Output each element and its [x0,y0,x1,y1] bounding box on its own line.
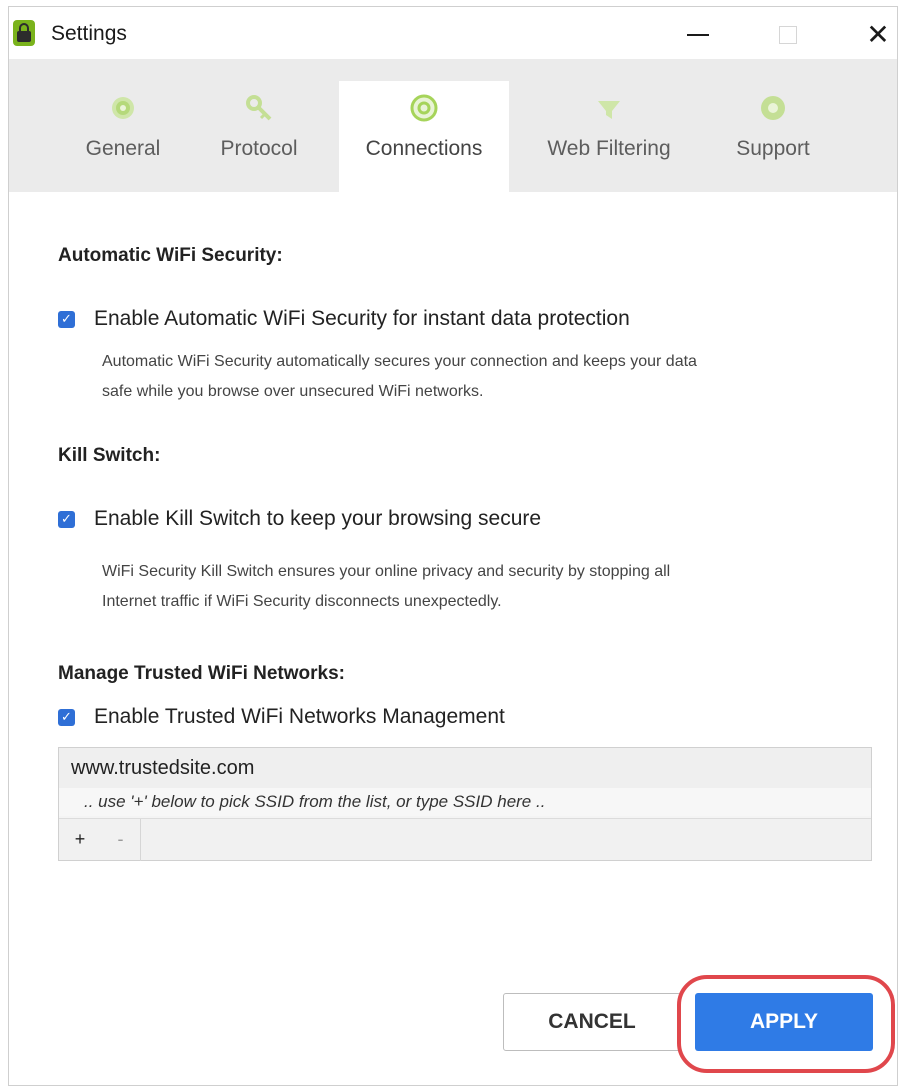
tab-support[interactable]: Support [725,81,821,192]
description-line: safe while you browse over unsecured WiF… [102,383,484,400]
kill-switch-label: Enable Kill Switch to keep your browsing… [94,507,542,530]
description-line: Automatic WiFi Security automatically se… [102,353,697,370]
trusted-networks-checkbox[interactable]: ✓ [58,708,75,726]
apply-button[interactable]: APPLY [695,993,873,1051]
close-icon: ✕ [866,19,890,50]
padlock-app-icon [13,20,35,46]
kill-switch-description: WiFi Security Kill Switch ensures your o… [102,557,862,617]
ssid-list-toolbar: + - [59,818,871,861]
description-line: Internet traffic if WiFi Security discon… [102,593,502,610]
title-bar: Settings ✕ [9,7,897,59]
kill-switch-heading: Kill Switch: [58,445,161,466]
filter-icon [594,93,624,123]
tab-general[interactable]: General [75,81,171,192]
tab-label: Support [736,137,810,160]
wifi-security-description: Automatic WiFi Security automatically se… [102,347,862,407]
trusted-networks-option[interactable]: ✓ Enable Trusted WiFi Networks Managemen… [58,705,505,729]
wifi-security-heading: Automatic WiFi Security: [58,245,283,266]
remove-ssid-button[interactable]: - [101,818,141,861]
description-line: WiFi Security Kill Switch ensures your o… [102,563,671,580]
lifebuoy-icon [758,93,788,123]
kill-switch-option[interactable]: ✓ Enable Kill Switch to keep your browsi… [58,507,541,531]
close-button[interactable]: ✕ [855,15,901,55]
tab-protocol[interactable]: Protocol [209,81,309,192]
minimize-button[interactable] [675,15,721,55]
tab-label: Protocol [220,137,298,160]
key-icon [244,93,274,123]
add-ssid-button[interactable]: + [59,819,101,861]
ssid-entry-input[interactable]: .. use '+' below to pick SSID from the l… [59,788,871,816]
tab-label: General [85,137,161,160]
tab-web-filtering[interactable]: Web Filtering [537,81,681,192]
maximize-icon [779,26,797,44]
maximize-button[interactable] [765,15,811,55]
wifi-security-option[interactable]: ✓ Enable Automatic WiFi Security for ins… [58,307,630,331]
minimize-icon [687,34,709,36]
gear-icon [108,93,138,123]
trusted-networks-heading: Manage Trusted WiFi Networks: [58,663,345,684]
trusted-networks-label: Enable Trusted WiFi Networks Management [94,705,505,728]
tab-connections[interactable]: Connections [339,81,509,192]
wifi-security-label: Enable Automatic WiFi Security for insta… [94,307,630,330]
settings-tab-bar: General Protocol Connections Web Filteri… [9,59,897,192]
wifi-security-checkbox[interactable]: ✓ [58,310,75,328]
kill-switch-checkbox[interactable]: ✓ [58,510,75,528]
window-title: Settings [51,22,127,45]
settings-window: Settings ✕ General Protocol Connections … [8,6,898,1086]
cancel-button[interactable]: CANCEL [503,993,681,1051]
tab-label: Connections [365,137,483,160]
list-item[interactable]: www.trustedsite.com [59,748,871,788]
tab-label: Web Filtering [547,137,671,160]
connection-icon [409,93,439,123]
trusted-ssid-list: www.trustedsite.com .. use '+' below to … [58,747,872,861]
